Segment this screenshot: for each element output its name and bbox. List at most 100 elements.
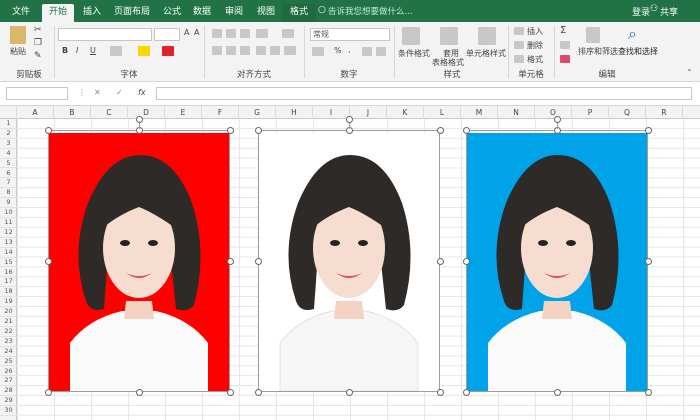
- row-header-20[interactable]: 20: [0, 307, 17, 317]
- rotate-handle[interactable]: [553, 116, 561, 123]
- fill-color-icon[interactable]: [138, 46, 150, 56]
- tab-data[interactable]: 数据: [188, 4, 216, 22]
- insert-function-button[interactable]: fx: [138, 88, 146, 97]
- find-select-button[interactable]: 查找和选择: [618, 46, 658, 57]
- tab-insert[interactable]: 插入: [78, 4, 106, 22]
- row-header-16[interactable]: 16: [0, 268, 17, 278]
- bold-button[interactable]: B: [62, 46, 68, 55]
- column-header-b[interactable]: B: [54, 106, 91, 119]
- column-header-h[interactable]: H: [276, 106, 313, 119]
- column-header-i[interactable]: I: [313, 106, 350, 119]
- row-header-23[interactable]: 23: [0, 337, 17, 347]
- tab-formulas[interactable]: 公式: [158, 4, 186, 22]
- fill-icon[interactable]: [560, 41, 570, 49]
- row-header-3[interactable]: 3: [0, 139, 17, 149]
- resize-handle[interactable]: [226, 388, 234, 396]
- column-header-n[interactable]: N: [498, 106, 535, 119]
- row-header-24[interactable]: 24: [0, 347, 17, 357]
- formula-input[interactable]: [156, 87, 692, 100]
- resize-handle[interactable]: [462, 388, 470, 396]
- row-header-30[interactable]: 30: [0, 406, 17, 416]
- format-as-table-line2[interactable]: 表格格式: [432, 57, 464, 68]
- resize-handle[interactable]: [436, 126, 444, 134]
- copy-icon[interactable]: ❐: [34, 38, 42, 48]
- row-header-6[interactable]: 6: [0, 169, 17, 179]
- increase-decimal-icon[interactable]: [362, 47, 372, 56]
- font-color-icon[interactable]: [162, 46, 174, 56]
- align-right-icon[interactable]: [240, 46, 250, 55]
- row-header-18[interactable]: 18: [0, 287, 17, 298]
- align-middle-icon[interactable]: [226, 29, 236, 38]
- resize-handle[interactable]: [254, 257, 262, 265]
- italic-button[interactable]: I: [76, 46, 78, 55]
- rotate-handle[interactable]: [135, 116, 143, 123]
- column-header-m[interactable]: M: [461, 106, 498, 119]
- resize-handle[interactable]: [254, 388, 262, 396]
- font-name-select[interactable]: [58, 28, 152, 41]
- column-header-p[interactable]: P: [572, 106, 609, 119]
- rotate-handle[interactable]: [345, 116, 353, 123]
- row-header-22[interactable]: 22: [0, 327, 17, 337]
- increase-indent-icon[interactable]: [270, 46, 280, 55]
- tab-file[interactable]: 文件: [6, 4, 36, 22]
- row-header-19[interactable]: 19: [0, 297, 17, 308]
- resize-handle[interactable]: [44, 388, 52, 396]
- conditional-format-icon[interactable]: [402, 27, 420, 45]
- align-left-icon[interactable]: [212, 46, 222, 55]
- delete-cells-icon[interactable]: [514, 41, 524, 49]
- resize-handle[interactable]: [226, 257, 234, 265]
- insert-cells-icon[interactable]: [514, 27, 524, 35]
- grow-font-icon[interactable]: A: [184, 28, 189, 37]
- orientation-icon[interactable]: [256, 29, 268, 38]
- row-header-17[interactable]: 17: [0, 277, 17, 288]
- decrease-indent-icon[interactable]: [256, 46, 266, 55]
- row-header-12[interactable]: 12: [0, 228, 17, 238]
- column-header-e[interactable]: E: [165, 106, 202, 119]
- login-button[interactable]: 登录: [632, 5, 650, 18]
- column-header-j[interactable]: J: [350, 106, 387, 119]
- tab-page-layout[interactable]: 页面布局: [110, 4, 154, 22]
- clear-icon[interactable]: [560, 55, 570, 63]
- cut-icon[interactable]: ✂: [34, 25, 42, 35]
- share-button[interactable]: 共享: [660, 5, 678, 18]
- cancel-icon[interactable]: ✕: [94, 88, 101, 97]
- select-all-corner[interactable]: [0, 106, 17, 119]
- border-icon[interactable]: [110, 46, 122, 56]
- resize-handle[interactable]: [44, 257, 52, 265]
- number-format-select[interactable]: 常规: [310, 28, 390, 41]
- sort-filter-button[interactable]: 排序和筛选: [578, 46, 618, 57]
- decrease-decimal-icon[interactable]: [376, 47, 386, 56]
- row-header-1[interactable]: 1: [0, 119, 17, 129]
- column-header-d[interactable]: D: [128, 106, 165, 119]
- currency-icon[interactable]: [312, 47, 324, 56]
- resize-handle[interactable]: [135, 388, 143, 396]
- tab-home[interactable]: 开始: [42, 4, 74, 22]
- wrap-text-icon[interactable]: [282, 29, 294, 38]
- collapse-ribbon-icon[interactable]: ⌃: [686, 68, 693, 77]
- cell-styles-icon[interactable]: [478, 27, 496, 45]
- resize-handle[interactable]: [644, 257, 652, 265]
- resize-handle[interactable]: [553, 388, 561, 396]
- row-header-26[interactable]: 26: [0, 367, 17, 377]
- shrink-font-icon[interactable]: A: [194, 28, 199, 37]
- resize-handle[interactable]: [462, 257, 470, 265]
- resize-handle[interactable]: [436, 388, 444, 396]
- tab-format[interactable]: 格式: [282, 4, 316, 22]
- row-header-9[interactable]: 9: [0, 198, 17, 209]
- align-top-icon[interactable]: [212, 29, 222, 38]
- row-header-14[interactable]: 14: [0, 248, 17, 258]
- search-icon[interactable]: ⌕: [628, 24, 637, 44]
- sort-filter-icon[interactable]: [586, 27, 600, 43]
- name-box[interactable]: [6, 87, 68, 100]
- resize-handle[interactable]: [345, 388, 353, 396]
- align-bottom-icon[interactable]: [240, 29, 250, 38]
- resize-handle[interactable]: [644, 126, 652, 134]
- merge-center-icon[interactable]: [284, 46, 296, 55]
- cell-styles-button[interactable]: 单元格样式: [466, 48, 506, 59]
- font-size-select[interactable]: [154, 28, 180, 41]
- autosum-icon[interactable]: Σ: [560, 25, 566, 36]
- row-header-13[interactable]: 13: [0, 238, 17, 248]
- row-header-5[interactable]: 5: [0, 159, 17, 169]
- paste-icon[interactable]: [10, 26, 26, 44]
- insert-cells-button[interactable]: 插入: [527, 26, 543, 37]
